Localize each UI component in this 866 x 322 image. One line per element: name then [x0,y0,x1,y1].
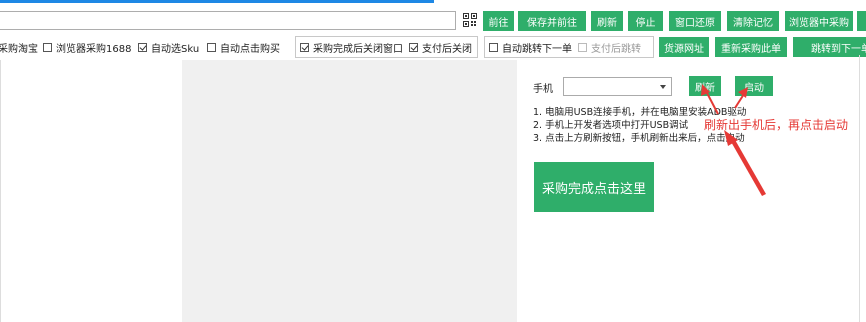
checkbox-auto-sku[interactable] [138,42,147,52]
go-button[interactable]: 前往 [483,11,514,31]
option-auto-sku[interactable]: 自动选Sku [138,40,200,55]
title-strip [0,0,866,6]
progress-strip [0,0,434,3]
right-panel-border [859,55,860,322]
left-panel-border [0,60,1,322]
option-auto-sku-label: 自动选Sku [151,43,200,55]
option-auto-next[interactable]: 自动跳转下一单 [489,40,572,55]
browser-purchase-button[interactable]: 浏览器中采购 [785,11,853,31]
checkbox-close-after-pay[interactable] [409,42,418,52]
option-close-after-pay[interactable]: 支付后关闭 [409,40,472,55]
option-close-after-pay-label: 支付后关闭 [422,43,472,55]
option-jump-after-pay[interactable]: 支付后跳转 [578,40,641,55]
checkbox-auto-next[interactable] [489,42,498,52]
browser-view [182,60,517,322]
close-options-group: 采购完成后关闭窗口 支付后关闭 [295,36,478,58]
checkbox-jump-after-pay[interactable] [578,42,587,52]
option-close-after[interactable]: 采购完成后关闭窗口 [300,40,403,55]
phone-label: 手机 [533,84,553,95]
checkbox-browser-1688[interactable] [43,42,52,52]
arrow-to-refresh-icon [701,84,719,115]
jump-options-group: 自动跳转下一单 支付后跳转 [484,36,654,58]
annotation-arrows [701,84,766,196]
checkbox-close-after[interactable] [300,42,309,52]
checkbox-auto-buy[interactable] [207,42,216,52]
option-taobao-label: 采购淘宝 [0,43,38,55]
option-auto-buy[interactable]: 自动点击购买 [207,40,280,55]
option-browser-1688-label: 浏览器采购1688 [56,43,132,55]
restore-window-button[interactable]: 窗口还原 [669,11,721,31]
source-url-button[interactable]: 货源网址 [659,37,709,57]
save-go-button[interactable]: 保存并前往 [518,11,586,31]
arrow-to-start-step-icon [724,130,766,196]
option-auto-buy-label: 自动点击购买 [220,43,280,55]
repurchase-button[interactable]: 重新采购此单 [715,37,787,57]
refresh-button[interactable]: 刷新 [591,11,623,31]
jump-next-button[interactable]: 跳转到下一单 [793,37,866,57]
qrcode-icon[interactable] [463,13,477,27]
option-taobao[interactable]: 采购淘宝 [0,40,38,55]
clear-memory-button[interactable]: 清除记忆 [727,11,779,31]
stop-button[interactable]: 停止 [628,11,663,31]
option-auto-next-label: 自动跳转下一单 [502,43,572,55]
option-close-after-label: 采购完成后关闭窗口 [313,43,403,55]
instruction-2: 2. 手机上开发者选项中打开USB调试 [533,120,689,131]
option-jump-after-pay-label: 支付后跳转 [591,43,641,55]
option-browser-1688[interactable]: 浏览器采购1688 [43,40,132,55]
purchase-complete-button[interactable]: 采购完成点击这里 [534,162,654,212]
toolbar-overflow-button[interactable] [857,11,866,31]
phone-select[interactable] [563,77,672,96]
arrow-to-start-icon [734,87,748,109]
url-input[interactable] [0,11,456,30]
chevron-down-icon [660,85,666,89]
